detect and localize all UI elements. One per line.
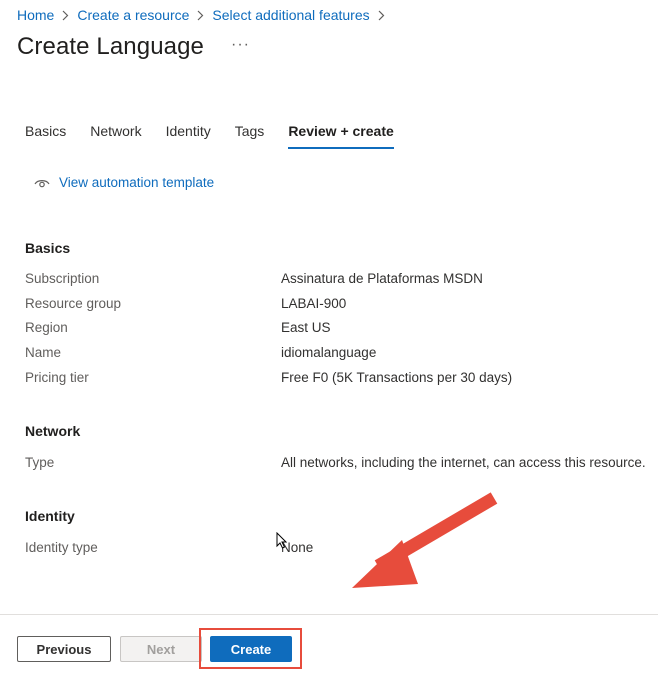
view-automation-template-link[interactable]: View automation template	[34, 175, 214, 190]
section-title-basics: Basics	[25, 240, 71, 256]
label-network-type: Type	[25, 455, 55, 470]
more-options-icon[interactable]: ···	[231, 36, 250, 54]
value-network-type: All networks, including the internet, ca…	[281, 455, 646, 470]
value-resource-group: LABAI-900	[281, 296, 347, 311]
footer-divider	[0, 614, 658, 615]
breadcrumb-additional-features[interactable]: Select additional features	[212, 7, 369, 23]
label-name: Name	[25, 345, 62, 360]
tab-bar: Basics Network Identity Tags Review + cr…	[25, 123, 418, 149]
value-name: idiomalanguage	[281, 345, 377, 360]
tab-network[interactable]: Network	[90, 123, 141, 149]
annotation-arrow-icon	[352, 492, 498, 588]
value-region: East US	[281, 320, 331, 335]
automation-label: View automation template	[59, 175, 215, 190]
chevron-right-icon	[378, 10, 385, 21]
breadcrumb: Home Create a resource Select additional…	[17, 7, 393, 23]
page-title: Create Language	[17, 33, 204, 60]
create-button[interactable]: Create	[210, 636, 292, 662]
section-title-identity: Identity	[25, 508, 75, 524]
next-button[interactable]: Next	[120, 636, 202, 662]
tab-tags[interactable]: Tags	[235, 123, 265, 149]
value-pricing-tier: Free F0 (5K Transactions per 30 days)	[281, 370, 513, 385]
breadcrumb-create-resource[interactable]: Create a resource	[77, 7, 189, 23]
label-resource-group: Resource group	[25, 296, 122, 311]
section-title-network: Network	[25, 423, 81, 439]
mouse-cursor-icon	[276, 532, 287, 549]
eye-icon	[34, 179, 50, 187]
label-region: Region	[25, 320, 68, 335]
breadcrumb-home[interactable]: Home	[17, 7, 54, 23]
tab-identity[interactable]: Identity	[166, 123, 211, 149]
label-identity-type: Identity type	[25, 540, 98, 555]
label-pricing-tier: Pricing tier	[25, 370, 89, 385]
label-subscription: Subscription	[25, 271, 100, 286]
tab-basics[interactable]: Basics	[25, 123, 66, 149]
tab-review-create[interactable]: Review + create	[288, 123, 395, 149]
chevron-right-icon	[62, 10, 69, 21]
value-subscription: Assinatura de Plataformas MSDN	[281, 271, 483, 286]
chevron-right-icon	[197, 10, 204, 21]
previous-button[interactable]: Previous	[17, 636, 111, 662]
